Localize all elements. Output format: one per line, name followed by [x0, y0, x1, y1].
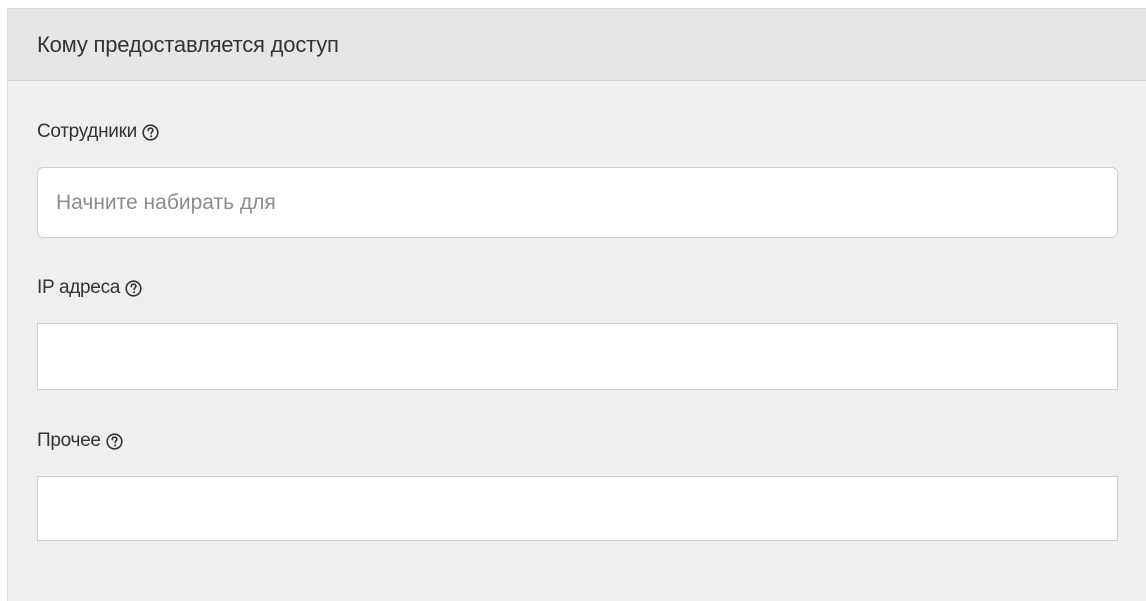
- ip-addresses-label-text: IP адреса: [37, 277, 121, 298]
- ip-addresses-input[interactable]: [37, 323, 1118, 390]
- panel-body: Сотрудники IP адреса Проче: [8, 81, 1146, 601]
- employees-search-input[interactable]: [37, 167, 1118, 238]
- access-panel: Кому предоставляется доступ Сотрудники I…: [7, 8, 1146, 601]
- employees-label-text: Сотрудники: [37, 121, 137, 142]
- help-icon[interactable]: [142, 123, 159, 141]
- other-input[interactable]: [37, 476, 1118, 541]
- other-label-text: Прочее: [37, 430, 101, 451]
- employees-label: Сотрудники: [37, 121, 159, 143]
- help-icon[interactable]: [125, 279, 142, 297]
- panel-title: Кому предоставляется доступ: [37, 31, 339, 57]
- ip-addresses-label: IP адреса: [37, 277, 142, 299]
- panel-header: Кому предоставляется доступ: [8, 9, 1146, 81]
- help-icon[interactable]: [106, 432, 123, 450]
- other-label: Прочее: [37, 430, 123, 452]
